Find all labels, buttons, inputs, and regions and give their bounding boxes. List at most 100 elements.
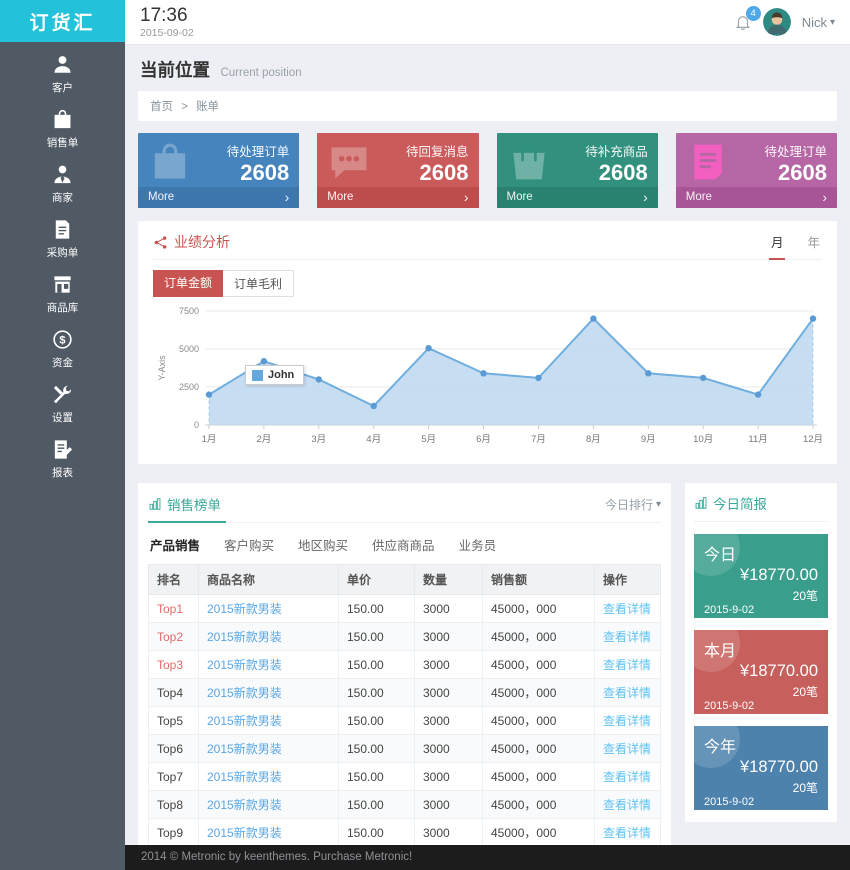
view-detail-link[interactable]: 查看详情 <box>603 770 651 784</box>
footer: 2014 © Metronic by keenthemes. Purchase … <box>125 845 850 870</box>
table-row: Top42015新款男装150.00300045000，000查看详情 <box>149 679 661 707</box>
view-detail-link[interactable]: 查看详情 <box>603 630 651 644</box>
stat-card[interactable]: 待回复消息2608More› <box>317 133 478 208</box>
sidebar-item-资金[interactable]: $资金 <box>0 317 125 372</box>
sales-tab-产品销售[interactable]: 产品销售 <box>150 535 200 554</box>
sidebar-item-label: 商品库 <box>47 300 79 315</box>
view-detail-link[interactable]: 查看详情 <box>603 602 651 616</box>
sidebar-item-label: 采购单 <box>47 245 79 260</box>
sidebar-item-采购单[interactable]: 采购单 <box>0 207 125 262</box>
sales-tab-地区购买[interactable]: 地区购买 <box>298 535 348 554</box>
cell-rank: Top4 <box>149 679 199 707</box>
report-card-amount: ¥18770.00 <box>704 662 818 681</box>
view-detail-link[interactable]: 查看详情 <box>603 826 651 840</box>
sidebar-item-商家[interactable]: 商家 <box>0 152 125 207</box>
notifications-button[interactable]: 4 <box>734 13 752 31</box>
product-link[interactable]: 2015新款男装 <box>207 630 282 644</box>
series-button-订单金额[interactable]: 订单金额 <box>153 270 223 297</box>
cell-sales-amount: 45000，000 <box>483 651 595 679</box>
report-card-date: 2015-9-02 <box>704 796 818 808</box>
view-detail-link[interactable]: 查看详情 <box>603 798 651 812</box>
table-header-商品名称: 商品名称 <box>199 565 339 595</box>
product-link[interactable]: 2015新款男装 <box>207 742 282 756</box>
product-link[interactable]: 2015新款男装 <box>207 686 282 700</box>
sales-tab-业务员[interactable]: 业务员 <box>459 535 497 554</box>
product-link[interactable]: 2015新款男装 <box>207 714 282 728</box>
cell-price: 150.00 <box>339 679 415 707</box>
report-card-count: 20笔 <box>704 683 818 700</box>
stat-card-more-link[interactable]: More › <box>676 187 837 208</box>
sales-ranking-panel: 销售榜单 今日排行 ▾ 产品销售客户购买地区购买供应商商品业务员 排名商品名称单… <box>138 483 671 845</box>
chevron-down-icon: ▾ <box>830 17 835 28</box>
sales-panel-title-label: 销售榜单 <box>167 494 221 514</box>
range-tab-年[interactable]: 年 <box>805 232 822 260</box>
cell-rank: Top7 <box>149 763 199 791</box>
sales-tab-供应商商品[interactable]: 供应商商品 <box>372 535 435 554</box>
shopping-bag-icon <box>507 139 551 185</box>
performance-panel: 业绩分析 月年 订单金额订单毛利 02500500075001月2月3月4月5月… <box>138 221 837 464</box>
rank-filter-dropdown[interactable]: 今日排行 ▾ <box>605 496 661 513</box>
table-row: Top82015新款男装150.00300045000，000查看详情 <box>149 791 661 819</box>
product-link[interactable]: 2015新款男装 <box>207 798 282 812</box>
stat-card-body: 待补充商品2608 <box>497 133 658 187</box>
svg-text:7月: 7月 <box>531 434 546 445</box>
product-link[interactable]: 2015新款男装 <box>207 602 282 616</box>
breadcrumb-home[interactable]: 首页 <box>150 101 173 113</box>
view-detail-link[interactable]: 查看详情 <box>603 658 651 672</box>
sales-panel-head: 销售榜单 今日排行 ▾ <box>148 494 661 523</box>
stat-card[interactable]: 待补充商品2608More› <box>497 133 658 208</box>
cell-price: 150.00 <box>339 707 415 735</box>
product-link[interactable]: 2015新款男装 <box>207 658 282 672</box>
stat-card-row: 待处理订单2608More›待回复消息2608More›待补充商品2608Mor… <box>138 133 837 208</box>
breadcrumb-separator: > <box>181 101 188 113</box>
cell-rank: Top9 <box>149 819 199 846</box>
product-link[interactable]: 2015新款男装 <box>207 826 282 840</box>
sidebar-item-客户[interactable]: 客户 <box>0 42 125 97</box>
user-menu[interactable]: Nick ▾ <box>802 15 835 30</box>
sidebar-item-销售单[interactable]: 销售单 <box>0 97 125 152</box>
sidebar-item-商品库[interactable]: 商品库 <box>0 262 125 317</box>
stat-card[interactable]: 待处理订单2608More› <box>138 133 299 208</box>
stat-card-more-link[interactable]: More› <box>317 187 478 208</box>
bar-chart-icon <box>148 497 162 511</box>
range-tab-月[interactable]: 月 <box>769 232 786 260</box>
sidebar-item-报表[interactable]: 报表 <box>0 427 125 482</box>
sidebar-item-设置[interactable]: 设置 <box>0 372 125 427</box>
report-card-今日[interactable]: 今日¥18770.0020笔2015-9-02 <box>694 534 828 618</box>
cell-sales-amount: 45000，000 <box>483 763 595 791</box>
product-link[interactable]: 2015新款男装 <box>207 770 282 784</box>
performance-panel-head: 业绩分析 月年 <box>153 232 822 260</box>
stat-card-title: 待处理订单 <box>764 141 827 160</box>
stat-card-title: 待处理订单 <box>227 141 290 160</box>
breadcrumb-current[interactable]: 账单 <box>196 101 219 113</box>
chat-icon <box>327 139 371 185</box>
app-logo[interactable]: 订货汇 <box>0 0 125 42</box>
rank-filter-label: 今日排行 <box>605 496 653 513</box>
stat-card-more-link[interactable]: More› <box>497 187 658 208</box>
stat-card[interactable]: 待处理订单2608 More › <box>676 133 837 208</box>
sales-tab-客户购买[interactable]: 客户购买 <box>224 535 274 554</box>
topbar-right: 4 Nick ▾ <box>734 8 835 36</box>
table-header-数量: 数量 <box>415 565 483 595</box>
view-detail-link[interactable]: 查看详情 <box>603 686 651 700</box>
report-card-本月[interactable]: 本月¥18770.0020笔2015-9-02 <box>694 630 828 714</box>
cell-quantity: 3000 <box>415 651 483 679</box>
cell-price: 150.00 <box>339 595 415 623</box>
series-button-订单毛利[interactable]: 订单毛利 <box>223 270 294 297</box>
cell-sales-amount: 45000，000 <box>483 679 595 707</box>
svg-text:8月: 8月 <box>586 434 601 445</box>
table-header-单价: 单价 <box>339 565 415 595</box>
view-detail-link[interactable]: 查看详情 <box>603 714 651 728</box>
more-label: More <box>686 191 712 203</box>
stat-card-value: 2608 <box>764 160 827 185</box>
cell-action: 查看详情 <box>595 651 661 679</box>
avatar[interactable] <box>763 8 791 36</box>
purchase-order-icon <box>51 218 74 241</box>
stat-card-more-link[interactable]: More› <box>138 187 299 208</box>
cell-price: 150.00 <box>339 763 415 791</box>
chevron-right-icon: › <box>822 190 827 204</box>
view-detail-link[interactable]: 查看详情 <box>603 742 651 756</box>
sidebar: 订货汇 客户销售单商家采购单商品库 $资金设置报表 <box>0 0 125 870</box>
cell-rank: Top6 <box>149 735 199 763</box>
report-card-今年[interactable]: 今年¥18770.0020笔2015-9-02 <box>694 726 828 810</box>
